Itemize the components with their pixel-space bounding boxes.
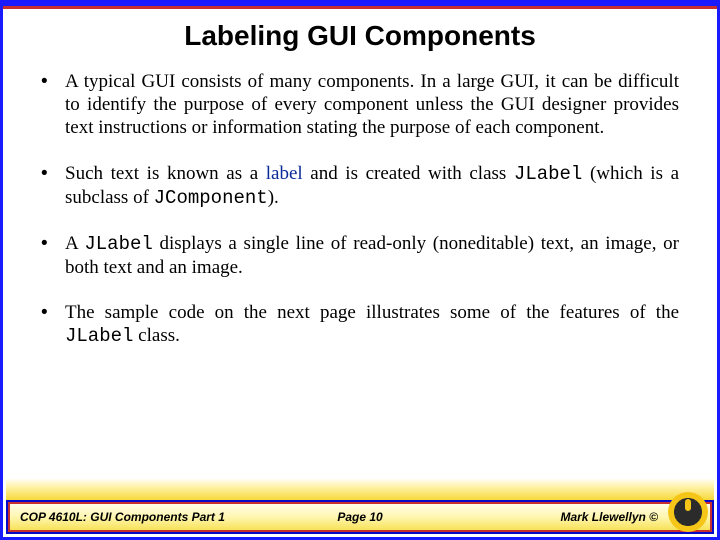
- code-jlabel: JLabel: [84, 233, 152, 255]
- text-run: A: [65, 233, 84, 254]
- code-jlabel: JLabel: [514, 163, 582, 185]
- bullet-item: • A typical GUI consists of many compone…: [41, 70, 679, 140]
- footer-gradient: [6, 478, 714, 500]
- footer-bar-inner: COP 4610L: GUI Components Part 1 Page 10…: [10, 504, 710, 530]
- bullet-text: Such text is known as a label and is cre…: [65, 162, 679, 210]
- bullet-item: • The sample code on the next page illus…: [41, 301, 679, 348]
- footer: COP 4610L: GUI Components Part 1 Page 10…: [6, 474, 714, 534]
- code-jcomponent: JComponent: [154, 187, 268, 209]
- bullet-marker: •: [41, 70, 65, 140]
- text-run: ).: [268, 187, 279, 208]
- text-run: class.: [133, 325, 179, 346]
- footer-course: COP 4610L: GUI Components Part 1: [20, 510, 225, 524]
- highlight-label: label: [266, 163, 303, 184]
- code-jlabel: JLabel: [65, 325, 133, 347]
- text-run: The sample code on the next page illustr…: [65, 302, 679, 323]
- ucf-pegasus-icon: [668, 492, 708, 532]
- text-run: and is created with class: [303, 163, 514, 184]
- bullet-marker: •: [41, 301, 65, 348]
- accent-bar: [3, 6, 717, 9]
- bullet-item: • A JLabel displays a single line of rea…: [41, 232, 679, 279]
- text-run: Such text is known as a: [65, 163, 266, 184]
- bullet-text: The sample code on the next page illustr…: [65, 301, 679, 348]
- text-run: displays a single line of read-only (non…: [65, 233, 679, 278]
- bullet-text: A typical GUI consists of many component…: [65, 70, 679, 140]
- footer-bar: COP 4610L: GUI Components Part 1 Page 10…: [6, 500, 714, 534]
- bullet-marker: •: [41, 162, 65, 210]
- logo-ring: [668, 492, 708, 532]
- footer-bar-mid: COP 4610L: GUI Components Part 1 Page 10…: [8, 502, 712, 532]
- logo-mark: [685, 499, 691, 511]
- footer-page: Page 10: [337, 510, 382, 524]
- slide-title: Labeling GUI Components: [3, 20, 717, 52]
- bullet-marker: •: [41, 232, 65, 279]
- bullet-text: A JLabel displays a single line of read-…: [65, 232, 679, 279]
- bullet-item: • Such text is known as a label and is c…: [41, 162, 679, 210]
- slide-body: • A typical GUI consists of many compone…: [3, 70, 717, 349]
- slide: Labeling GUI Components • A typical GUI …: [0, 0, 720, 540]
